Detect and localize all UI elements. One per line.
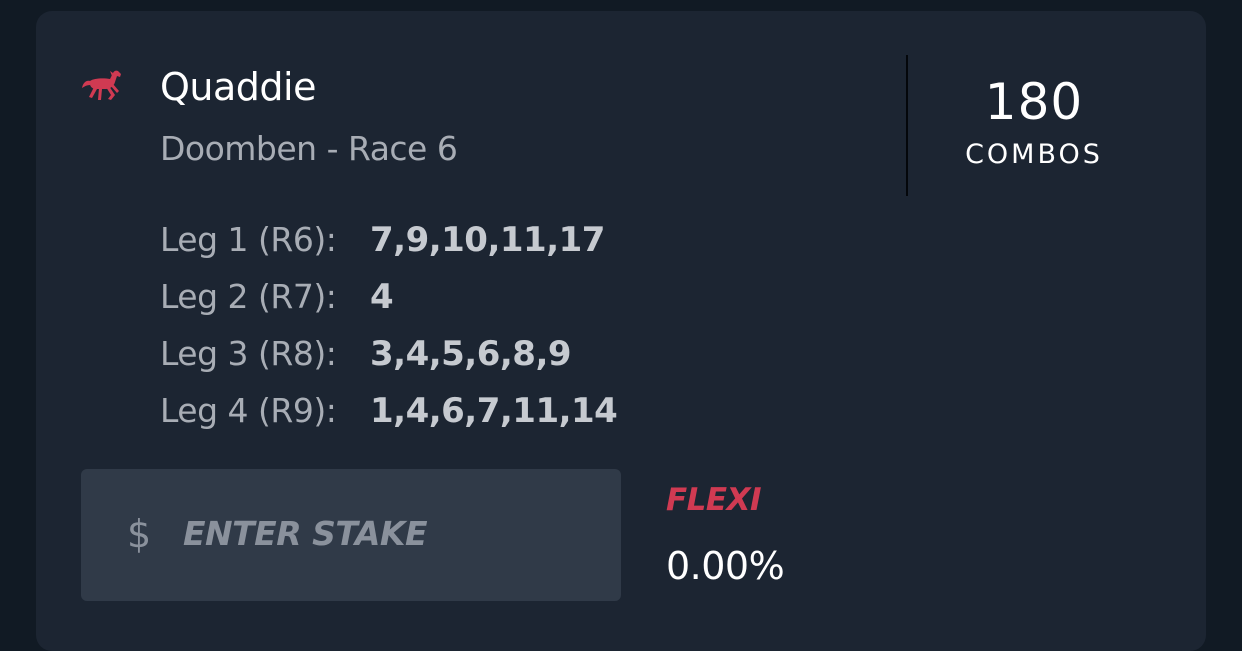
leg-label: Leg 1 (R6): xyxy=(160,220,337,259)
leg-selections: 3,4,5,6,8,9 xyxy=(370,334,572,374)
horse-icon xyxy=(80,66,124,106)
leg-selections: 7,9,10,11,17 xyxy=(370,220,605,260)
race-subtitle: Doomben - Race 6 xyxy=(160,129,458,168)
bet-card: Quaddie Doomben - Race 6 180 COMBOS Leg … xyxy=(36,11,1206,651)
combos-label: COMBOS xyxy=(965,139,1103,170)
flexi-label: FLEXI xyxy=(666,482,762,518)
leg-row: Leg 1 (R6): 7,9,10,11,17 xyxy=(160,218,617,275)
flexi-percentage: 0.00% xyxy=(666,544,785,588)
stake-placeholder: ENTER STAKE xyxy=(183,514,427,553)
leg-selections: 4 xyxy=(370,277,394,317)
combos-count: 180 xyxy=(984,73,1084,131)
leg-selections: 1,4,6,7,11,14 xyxy=(370,391,618,431)
leg-label: Leg 4 (R9): xyxy=(160,391,337,430)
leg-label: Leg 2 (R7): xyxy=(160,277,337,316)
leg-row: Leg 3 (R8): 3,4,5,6,8,9 xyxy=(160,332,617,389)
leg-row: Leg 2 (R7): 4 xyxy=(160,275,617,332)
legs-list: Leg 1 (R6): 7,9,10,11,17 Leg 2 (R7): 4 Leg… xyxy=(160,218,618,446)
bet-title: Quaddie xyxy=(160,65,316,109)
combos-summary: 180 COMBOS xyxy=(934,73,1134,171)
divider xyxy=(906,55,908,196)
leg-row: Leg 4 (R9): 1,4,6,7,11,14 xyxy=(160,389,618,446)
leg-label: Leg 3 (R8): xyxy=(160,334,337,373)
stake-input[interactable]: $ ENTER STAKE xyxy=(81,469,621,601)
currency-symbol: $ xyxy=(127,512,152,556)
